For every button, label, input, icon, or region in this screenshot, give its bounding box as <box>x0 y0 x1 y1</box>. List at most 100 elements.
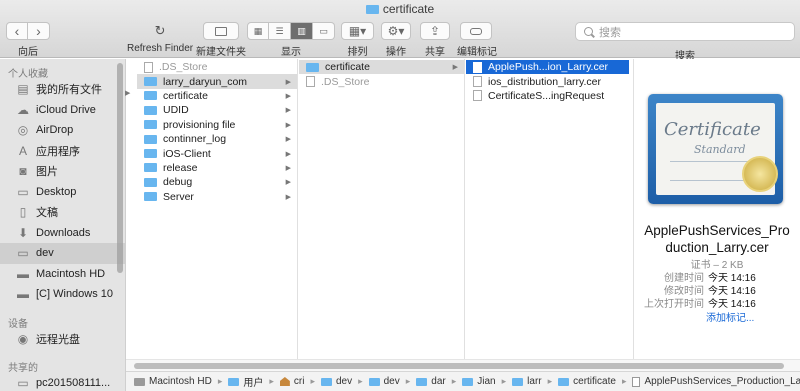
sidebar: 个人收藏 ▤ 我的所有文件 ☁ iCloud Drive ◎ AirDrop A 应用程… <box>0 59 126 391</box>
sidebar-item-airdrop[interactable]: ◎ AirDrop <box>0 120 125 141</box>
chevron-right-icon: ▸ <box>405 376 411 386</box>
list-item[interactable]: continner_log ▶ <box>137 132 297 146</box>
sidebar-scrollbar[interactable] <box>117 63 123 273</box>
file-icon <box>306 76 315 88</box>
sidebar-item-pictures[interactable]: ◙ 图片 <box>0 161 125 182</box>
list-item[interactable]: debug ▶ <box>137 175 297 189</box>
path-bar: Macintosh HD ▸ 用户 ▸ cri ▸ dev ▸ dev ▸ dar ▸ Ji… <box>126 371 800 391</box>
sidebar-item-remote-disc[interactable]: ◉ 远程光盘 <box>0 329 125 350</box>
preview-key: 上次打开时间 <box>644 299 704 310</box>
path-item-users[interactable]: 用户 <box>228 374 263 389</box>
folder-icon <box>365 5 379 14</box>
cover-flow-button[interactable]: ▭ <box>313 22 335 40</box>
applications-icon: A <box>18 143 27 158</box>
refresh-icon[interactable]: ↻ <box>127 22 193 40</box>
share-button[interactable]: ⇪ <box>420 22 450 40</box>
path-item-jian[interactable]: Jian <box>462 376 496 387</box>
list-item[interactable]: release ▶ <box>137 161 297 175</box>
arrange-item[interactable]: ▦▾ 排列 <box>341 22 374 58</box>
list-item[interactable]: Server ▶ <box>137 190 297 204</box>
hard-drive-icon: ▬ <box>17 266 29 281</box>
folder-icon <box>144 163 157 173</box>
path-item-file[interactable]: ApplePushServices_Production_Larry.cer <box>632 376 800 387</box>
folder-icon <box>228 377 240 386</box>
path-item-label: larr <box>527 376 542 387</box>
add-tags-link[interactable]: 添加标记... <box>706 309 754 324</box>
path-item-larr[interactable]: larr <box>512 376 542 387</box>
file-icon <box>473 61 482 73</box>
gear-icon: ⚙▾ <box>387 24 405 38</box>
sidebar-item-dev[interactable]: ▭ dev <box>0 243 125 264</box>
preview-opened-row: 上次打开时间 今天 14:16 <box>634 295 800 310</box>
sidebar-item-label: 应用程序 <box>36 145 80 158</box>
new-folder-button[interactable] <box>203 22 239 40</box>
chevron-right-icon: ▶ <box>285 150 291 158</box>
toolbar: certificate ‹ › 向后 ↻ Refresh Finder 新建文件… <box>0 0 800 62</box>
list-item[interactable]: provisioning file ▶ <box>137 118 297 132</box>
sidebar-item-label: Downloads <box>36 226 91 239</box>
path-item-certificate[interactable]: certificate <box>558 376 616 387</box>
chevron-right-icon: ▶ <box>285 179 291 187</box>
arrange-button[interactable]: ▦▾ <box>341 22 374 40</box>
path-item-home[interactable]: cri <box>279 376 305 387</box>
path-item-dev-2[interactable]: dev <box>368 376 400 387</box>
path-item-label: cri <box>293 376 305 387</box>
action-item[interactable]: ⚙▾ 操作 <box>381 22 411 58</box>
sidebar-item-desktop[interactable]: ▭ Desktop <box>0 182 125 203</box>
scrollbar-thumb[interactable] <box>134 363 784 369</box>
share-item[interactable]: ⇪ 共享 <box>420 22 450 58</box>
grid-icon: ▦ <box>253 25 263 36</box>
camera-icon: ◙ <box>19 164 27 179</box>
path-item-dar[interactable]: dar <box>416 376 446 387</box>
sidebar-item-downloads[interactable]: ⬇ Downloads <box>0 223 125 244</box>
action-button[interactable]: ⚙▾ <box>381 22 411 40</box>
path-item-label: ApplePushServices_Production_Larry.cer <box>644 376 800 387</box>
folder-icon <box>144 192 157 202</box>
list-item[interactable]: ApplePush...ion_Larry.cer <box>466 60 629 75</box>
sidebar-item-all-files[interactable]: ▤ 我的所有文件 <box>0 79 125 100</box>
sidebar-item-icloud-drive[interactable]: ☁ iCloud Drive <box>0 100 125 121</box>
sidebar-item-macintosh-hd[interactable]: ▬ Macintosh HD <box>0 264 125 285</box>
path-item-macintosh-hd[interactable]: Macintosh HD <box>134 376 212 387</box>
folder-icon <box>144 91 157 101</box>
new-folder-item[interactable]: 新建文件夹 <box>196 22 246 58</box>
item-label: debug <box>163 176 193 189</box>
horizontal-scrollbar[interactable] <box>126 359 800 371</box>
refresh-finder-item[interactable]: ↻ Refresh Finder <box>127 22 193 54</box>
path-item-dev[interactable]: dev <box>320 376 352 387</box>
tags-item[interactable]: 编辑标记 <box>457 22 497 58</box>
list-item[interactable]: UDID ▶ <box>137 103 297 117</box>
share-label: 共享 <box>425 47 445 58</box>
back-button[interactable]: ‹ <box>6 22 28 40</box>
preview-file-name-line: ApplePushServices_Pro <box>644 223 790 238</box>
list-item[interactable]: CertificateS...ingRequest <box>466 89 633 103</box>
preview-created-row: 创建时间 今天 14:16 <box>634 269 800 284</box>
path-item-label: Macintosh HD <box>149 376 212 387</box>
item-label: UDID <box>163 104 189 117</box>
sidebar-item-shared-pc[interactable]: ▭ pc201508111... <box>0 373 125 391</box>
list-item[interactable]: .DS_Store <box>299 74 464 88</box>
list-item[interactable]: certificate ▶ <box>137 89 297 103</box>
list-item[interactable]: larry_daryun_com ▶ <box>137 74 297 89</box>
column-larry-daryun-com: certificate ▶ .DS_Store <box>299 59 465 359</box>
folder-icon <box>144 105 157 115</box>
column-collapse-arrow[interactable]: ▶ <box>125 89 130 97</box>
list-item[interactable]: certificate ▶ <box>299 60 464 75</box>
airdrop-icon: ◎ <box>17 123 29 138</box>
icon-view-button[interactable]: ▦ <box>247 22 269 40</box>
list-item[interactable]: .DS_Store <box>137 60 297 74</box>
sidebar-item-applications[interactable]: A 应用程序 <box>0 141 125 162</box>
sidebar-item-documents[interactable]: ▯ 文稿 <box>0 202 125 223</box>
list-item[interactable]: iOS-Client ▶ <box>137 146 297 160</box>
list-item[interactable]: ios_distribution_larry.cer <box>466 74 633 88</box>
sidebar-item-label: pc201508111... <box>36 377 111 390</box>
search-field[interactable]: 搜索 <box>575 22 795 41</box>
sidebar-item-windows-10[interactable]: ▬ [C] Windows 10 <box>0 284 125 305</box>
forward-button[interactable]: › <box>28 22 50 40</box>
column-view-button[interactable]: ▥ <box>291 22 313 40</box>
document-icon: ▯ <box>19 205 27 220</box>
chevron-right-icon: ▶ <box>285 92 291 100</box>
sidebar-item-label: AirDrop <box>36 124 74 137</box>
edit-tags-button[interactable] <box>460 22 492 40</box>
list-view-button[interactable]: ☰ <box>269 22 291 40</box>
